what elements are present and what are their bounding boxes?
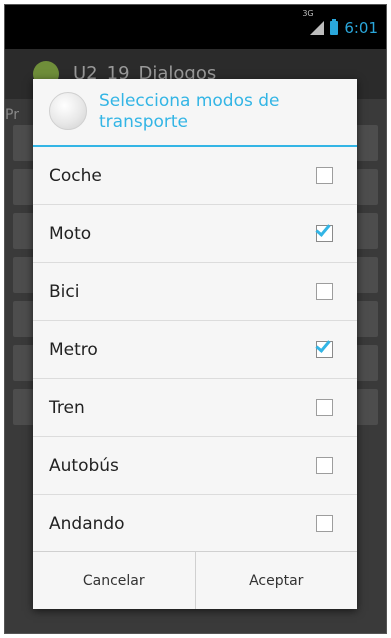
options-list: Coche Moto Bici Metro Tren Autobús Andan… [33, 147, 357, 553]
signal-icon: 3G [302, 9, 325, 35]
background-partial-text: Pr [5, 107, 19, 123]
checkbox[interactable] [316, 515, 333, 532]
option-label: Metro [49, 339, 98, 360]
signal-label: 3G [302, 9, 314, 18]
option-label: Autobús [49, 455, 119, 476]
battery-icon [330, 19, 339, 35]
checkbox[interactable] [316, 457, 333, 474]
option-autobus[interactable]: Autobús [33, 437, 357, 495]
option-andando[interactable]: Andando [33, 495, 357, 553]
dialog-header: Selecciona modos de transporte [33, 79, 357, 147]
checkbox[interactable] [315, 221, 333, 242]
checkbox[interactable] [316, 167, 333, 184]
dialog-icon [49, 92, 87, 130]
option-label: Moto [49, 223, 92, 244]
status-time: 6:01 [344, 19, 378, 37]
checkbox[interactable] [315, 337, 333, 358]
phone-screen: 3G 6:01 U2_19_Dialogos Pr Selecciona mod… [4, 4, 387, 634]
cancel-button[interactable]: Cancelar [33, 552, 195, 609]
option-moto[interactable]: Moto [33, 205, 357, 263]
status-bar: 3G 6:01 [5, 5, 386, 49]
option-metro[interactable]: Metro [33, 321, 357, 379]
option-label: Bici [49, 281, 80, 302]
option-label: Tren [49, 397, 85, 418]
multi-choice-dialog: Selecciona modos de transporte Coche Mot… [33, 79, 357, 609]
checkbox[interactable] [316, 399, 333, 416]
accept-button[interactable]: Aceptar [194, 552, 357, 609]
option-tren[interactable]: Tren [33, 379, 357, 437]
option-coche[interactable]: Coche [33, 147, 357, 205]
dialog-button-bar: Cancelar Aceptar [33, 551, 357, 609]
option-bici[interactable]: Bici [33, 263, 357, 321]
dialog-title: Selecciona modos de transporte [99, 91, 280, 132]
option-label: Coche [49, 165, 102, 186]
checkmark-icon [315, 221, 331, 237]
checkbox[interactable] [316, 283, 333, 300]
option-label: Andando [49, 513, 125, 534]
checkmark-icon [315, 337, 331, 353]
status-indicators: 3G 6:01 [302, 9, 378, 37]
